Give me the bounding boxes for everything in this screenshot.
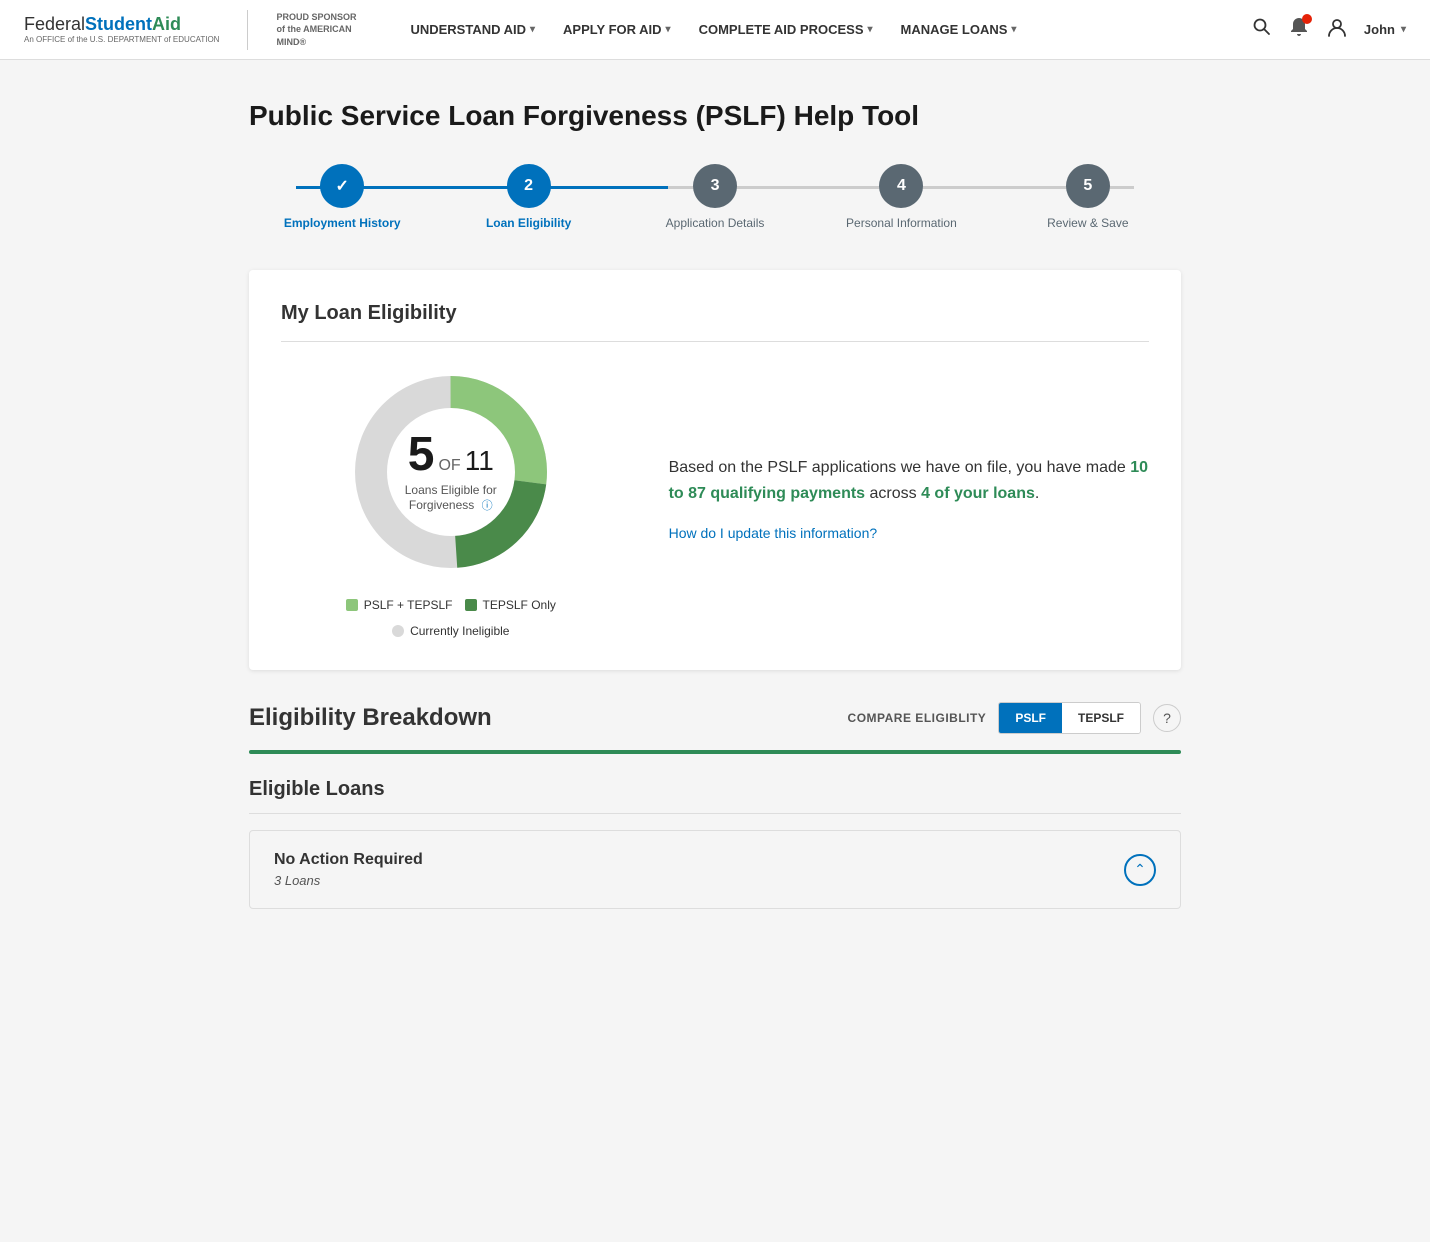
- donut-help-icon[interactable]: ⓘ: [482, 500, 493, 512]
- user-icon: [1326, 16, 1348, 43]
- search-button[interactable]: [1252, 17, 1272, 42]
- eligibility-breakdown-section: Eligibility Breakdown COMPARE ELIGIBLITY…: [249, 702, 1181, 909]
- logo-student: Student: [85, 14, 152, 34]
- step-3-label: Application Details: [666, 216, 765, 230]
- no-action-required-card: No Action Required 3 Loans ⌃: [249, 830, 1181, 909]
- page-title: Public Service Loan Forgiveness (PSLF) H…: [249, 100, 1181, 132]
- legend-dot-ineligible: [392, 625, 404, 637]
- proud-sponsor: PROUD SPONSOR of the AMERICAN MIND®: [276, 11, 366, 49]
- loan-eligibility-card: My Loan Eligibility 5 OF: [249, 270, 1181, 670]
- nav-manage-loans[interactable]: MANAGE LOANS ▾: [889, 14, 1029, 45]
- no-action-subtitle: 3 Loans: [274, 873, 423, 888]
- chevron-down-icon: ▾: [666, 24, 671, 35]
- step-1-label: Employment History: [284, 216, 401, 230]
- donut-legend: PSLF + TEPSLF TEPSLF Only Currently Inel…: [281, 598, 621, 638]
- main-header: FederalStudentAid An OFFICE of the U.S. …: [0, 0, 1430, 60]
- user-name: John: [1364, 22, 1395, 37]
- logo-divider: [247, 10, 248, 50]
- step-5-circle: 5: [1066, 164, 1110, 208]
- legend-ineligible: Currently Ineligible: [281, 624, 621, 638]
- step-1-circle: ✓: [320, 164, 364, 208]
- step-3[interactable]: 3 Application Details: [622, 164, 808, 230]
- step-5-label: Review & Save: [1047, 216, 1128, 230]
- step-2-circle: 2: [507, 164, 551, 208]
- compare-label: COMPARE ELIGIBLITY: [848, 711, 987, 725]
- step-2-label: Loan Eligibility: [486, 216, 571, 230]
- toggle-pslf[interactable]: PSLF: [999, 703, 1062, 733]
- legend-dot-pslf-tepslf: [346, 599, 358, 611]
- step-2[interactable]: 2 Loan Eligibility: [435, 164, 621, 230]
- step-4-label: Personal Information: [846, 216, 957, 230]
- breakdown-help-button[interactable]: ?: [1153, 704, 1181, 732]
- chevron-down-icon: ▾: [530, 24, 535, 35]
- user-menu-button[interactable]: John ▾: [1364, 22, 1406, 37]
- toggle-tepslf[interactable]: TEPSLF: [1062, 703, 1140, 733]
- total-count: 11: [465, 445, 494, 477]
- loan-eligibility-title: My Loan Eligibility: [281, 302, 1149, 342]
- compare-area: COMPARE ELIGIBLITY PSLF TEPSLF ?: [848, 702, 1181, 734]
- eligible-count: 5: [408, 431, 435, 479]
- eligible-loans-title: Eligible Loans: [249, 778, 1181, 814]
- legend-pslf-tepslf: PSLF + TEPSLF: [346, 598, 453, 612]
- donut-of: OF: [438, 457, 460, 475]
- donut-wrapper: 5 OF 11 Loans Eligible for Forgiveness ⓘ: [281, 362, 621, 638]
- loans-highlight: 4 of your loans: [921, 485, 1035, 502]
- header-actions: John ▾: [1252, 16, 1406, 43]
- progress-stepper: ✓ Employment History 2 Loan Eligibility …: [249, 164, 1181, 230]
- toggle-group: PSLF TEPSLF: [998, 702, 1141, 734]
- step-1[interactable]: ✓ Employment History: [249, 164, 435, 230]
- logo-aid: Aid: [152, 14, 181, 34]
- step-4-circle: 4: [879, 164, 923, 208]
- no-action-title: No Action Required: [274, 851, 423, 869]
- legend-dot-tepslf: [465, 599, 477, 611]
- chevron-down-icon: ▾: [868, 24, 873, 35]
- chevron-up-icon: ⌃: [1134, 861, 1146, 878]
- notification-badge: [1302, 14, 1312, 24]
- collapse-button[interactable]: ⌃: [1124, 854, 1156, 886]
- eligibility-paragraph: Based on the PSLF applications we have o…: [669, 455, 1149, 506]
- logo-federal: Federal: [24, 14, 85, 34]
- logo-text: FederalStudentAid An OFFICE of the U.S. …: [24, 15, 219, 44]
- donut-center-stats: 5 OF 11 Loans Eligible for Forgiveness ⓘ: [396, 431, 506, 513]
- logo-subtitle: An OFFICE of the U.S. DEPARTMENT of EDUC…: [24, 35, 219, 44]
- breakdown-header: Eligibility Breakdown COMPARE ELIGIBLITY…: [249, 702, 1181, 734]
- step-4[interactable]: 4 Personal Information: [808, 164, 994, 230]
- update-info-link[interactable]: How do I update this information?: [669, 522, 1149, 544]
- donut-chart: 5 OF 11 Loans Eligible for Forgiveness ⓘ: [341, 362, 561, 582]
- nav-understand-aid[interactable]: UNDERSTAND AID ▾: [398, 14, 547, 45]
- eligibility-description: Based on the PSLF applications we have o…: [669, 455, 1149, 545]
- nav-complete-aid-process[interactable]: COMPLETE AID PROCESS ▾: [687, 14, 885, 45]
- donut-label: Loans Eligible for Forgiveness ⓘ: [396, 483, 506, 513]
- legend-tepslf-only: TEPSLF Only: [465, 598, 556, 612]
- main-content: Public Service Loan Forgiveness (PSLF) H…: [225, 60, 1205, 949]
- chevron-down-icon: ▾: [1011, 24, 1016, 35]
- notifications-button[interactable]: [1288, 16, 1310, 43]
- breakdown-title: Eligibility Breakdown: [249, 704, 492, 732]
- user-chevron-icon: ▾: [1401, 24, 1406, 35]
- logo-area: FederalStudentAid An OFFICE of the U.S. …: [24, 10, 366, 50]
- loan-eligibility-content: 5 OF 11 Loans Eligible for Forgiveness ⓘ: [281, 362, 1149, 638]
- step-5[interactable]: 5 Review & Save: [995, 164, 1181, 230]
- step-3-circle: 3: [693, 164, 737, 208]
- main-nav: UNDERSTAND AID ▾ APPLY FOR AID ▾ COMPLET…: [398, 14, 1251, 45]
- breakdown-divider: [249, 750, 1181, 754]
- no-action-left: No Action Required 3 Loans: [274, 851, 423, 888]
- nav-apply-for-aid[interactable]: APPLY FOR AID ▾: [551, 14, 683, 45]
- eligible-loans-section: Eligible Loans No Action Required 3 Loan…: [249, 778, 1181, 909]
- proud-sponsor-text: PROUD SPONSOR of the AMERICAN MIND®: [276, 12, 356, 47]
